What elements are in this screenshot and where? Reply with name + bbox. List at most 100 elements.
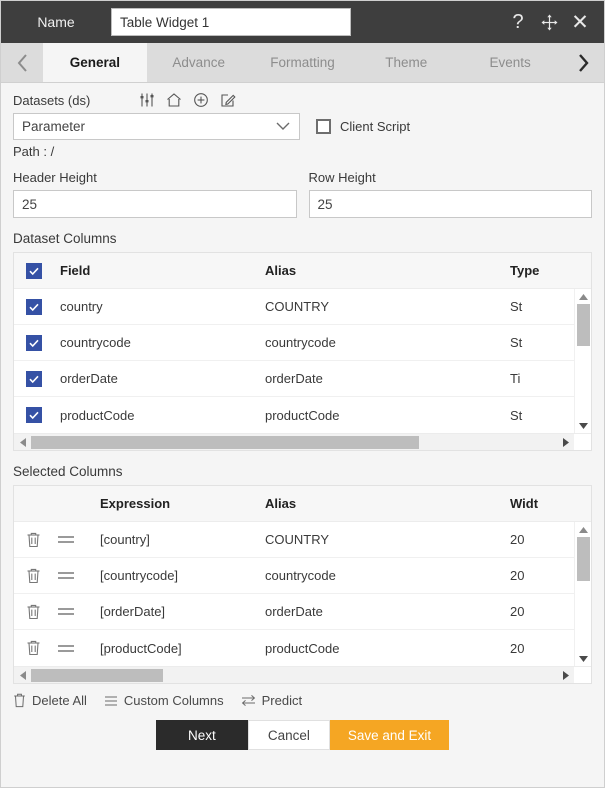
header-height-group: Header Height xyxy=(13,170,297,218)
hscroll-thumb[interactable] xyxy=(31,436,419,449)
path-value: / xyxy=(50,144,55,159)
hscroll-track[interactable] xyxy=(31,434,557,450)
client-script-checkbox[interactable]: Client Script xyxy=(316,119,410,134)
table-row[interactable]: [productCode] productCode 20 xyxy=(14,630,591,666)
column-header-field[interactable]: Field xyxy=(60,263,265,278)
cell-alias: COUNTRY xyxy=(265,532,330,547)
chevron-right-icon[interactable] xyxy=(562,43,604,82)
next-button[interactable]: Next xyxy=(155,720,248,750)
tab-advance[interactable]: Advance xyxy=(147,43,251,82)
row-checkbox[interactable] xyxy=(14,334,60,351)
row-height-label: Row Height xyxy=(308,170,376,185)
cell-alias: productCode xyxy=(265,407,340,423)
delete-row-button[interactable] xyxy=(14,640,58,656)
tab-events[interactable]: Events xyxy=(458,43,562,82)
dialog-content: Datasets (ds) Parameter Client Script Pa… xyxy=(1,83,604,787)
table-row[interactable]: [countrycode] countrycode 20 xyxy=(14,558,591,594)
trash-icon xyxy=(13,693,26,708)
vscroll-track[interactable] xyxy=(575,537,591,651)
row-checkbox[interactable] xyxy=(14,298,60,315)
row-height-input[interactable] xyxy=(308,190,592,218)
vscroll-thumb[interactable] xyxy=(577,537,590,581)
table-row[interactable]: countrycode countrycode St xyxy=(14,325,591,361)
table-row[interactable]: orderDate orderDate Ti xyxy=(14,361,591,397)
dataset-grid-horizontal-scrollbar[interactable] xyxy=(14,433,591,450)
chevron-down-icon xyxy=(275,119,291,134)
cell-alias: productCode xyxy=(265,640,340,656)
cell-alias: countrycode xyxy=(265,335,336,350)
dataset-select[interactable]: Parameter xyxy=(13,113,300,140)
checkbox-checked xyxy=(26,407,42,423)
vscroll-thumb[interactable] xyxy=(577,304,590,346)
delete-row-button[interactable] xyxy=(14,604,58,620)
scroll-up-icon[interactable] xyxy=(578,522,589,537)
selected-grid-vertical-scrollbar[interactable] xyxy=(574,522,591,666)
selected-columns-header: Expression Alias Widt xyxy=(14,486,591,522)
row-checkbox[interactable] xyxy=(14,370,60,387)
vscroll-track[interactable] xyxy=(575,304,591,418)
dataset-columns-header: Field Alias Type xyxy=(14,253,591,289)
home-icon[interactable] xyxy=(166,92,182,108)
table-row[interactable]: country COUNTRY St xyxy=(14,289,591,325)
scroll-right-icon[interactable] xyxy=(557,437,574,448)
tab-general[interactable]: General xyxy=(43,43,147,82)
table-row[interactable]: [country] COUNTRY 20 xyxy=(14,522,591,558)
tab-theme[interactable]: Theme xyxy=(354,43,458,82)
trash-icon xyxy=(26,604,41,620)
custom-columns-button[interactable]: Custom Columns xyxy=(104,693,224,708)
scroll-corner xyxy=(574,667,591,683)
sliders-icon[interactable] xyxy=(139,92,155,108)
scroll-down-icon[interactable] xyxy=(578,651,589,666)
scroll-right-icon[interactable] xyxy=(557,670,574,681)
row-checkbox[interactable] xyxy=(14,407,60,423)
drag-handle-icon[interactable] xyxy=(58,608,100,615)
header-height-input[interactable] xyxy=(13,190,297,218)
save-and-exit-button[interactable]: Save and Exit xyxy=(329,720,450,750)
column-header-type[interactable]: Type xyxy=(510,263,591,278)
scroll-up-icon[interactable] xyxy=(578,289,589,304)
predict-button[interactable]: Predict xyxy=(241,693,302,708)
dataset-columns-grid: Field Alias Type country COUNTRY St coun… xyxy=(13,252,592,451)
drag-handle-icon[interactable] xyxy=(58,536,100,543)
dialog-titlebar: Name ? ✕ xyxy=(1,1,604,43)
delete-row-button[interactable] xyxy=(14,532,58,548)
dataset-select-value: Parameter xyxy=(22,119,86,134)
cell-expression: [orderDate] xyxy=(100,604,166,619)
drag-handle-icon[interactable] xyxy=(58,644,100,652)
column-header-width[interactable]: Widt xyxy=(510,496,591,511)
select-all-checkbox[interactable] xyxy=(14,262,60,279)
delete-row-button[interactable] xyxy=(14,568,58,584)
column-header-alias[interactable]: Alias xyxy=(265,496,510,511)
drag-lines xyxy=(58,536,74,543)
column-header-expression[interactable]: Expression xyxy=(100,496,265,511)
path-label: Path : xyxy=(13,144,47,159)
cell-expression: [productCode] xyxy=(100,640,182,656)
trash-icon xyxy=(26,532,41,548)
drag-lines xyxy=(58,572,74,579)
drag-handle-icon[interactable] xyxy=(58,572,100,579)
scroll-left-icon[interactable] xyxy=(14,670,31,681)
drag-lines xyxy=(58,608,74,615)
cancel-button[interactable]: Cancel xyxy=(247,720,330,750)
hscroll-track[interactable] xyxy=(31,667,557,683)
column-header-alias[interactable]: Alias xyxy=(265,263,510,278)
plus-circle-icon[interactable] xyxy=(193,92,209,108)
row-height-group: Row Height xyxy=(308,170,592,218)
widget-name-input[interactable] xyxy=(111,8,351,36)
checkbox-checked xyxy=(26,370,42,387)
scroll-down-icon[interactable] xyxy=(578,418,589,433)
question-mark-icon[interactable]: ? xyxy=(508,11,528,33)
table-row[interactable]: productCode productCode St xyxy=(14,397,591,433)
delete-all-button[interactable]: Delete All xyxy=(13,693,87,708)
close-icon[interactable]: ✕ xyxy=(570,11,590,33)
dataset-grid-vertical-scrollbar[interactable] xyxy=(574,289,591,433)
tab-formatting[interactable]: Formatting xyxy=(251,43,355,82)
table-row[interactable]: [orderDate] orderDate 20 xyxy=(14,594,591,630)
scroll-left-icon[interactable] xyxy=(14,437,31,448)
hscroll-thumb[interactable] xyxy=(31,669,163,682)
selected-grid-horizontal-scrollbar[interactable] xyxy=(14,666,591,683)
move-icon[interactable] xyxy=(539,11,559,33)
cell-expression: [country] xyxy=(100,532,150,547)
chevron-left-icon[interactable] xyxy=(1,43,43,82)
edit-icon[interactable] xyxy=(220,92,236,108)
